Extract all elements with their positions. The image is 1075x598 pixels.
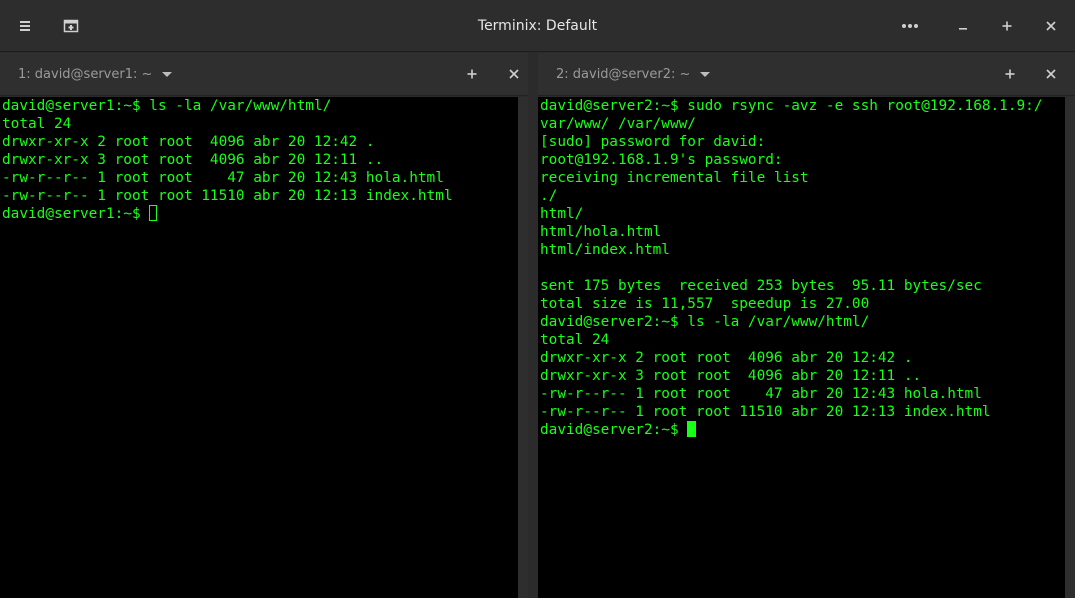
plus-icon bbox=[1005, 69, 1015, 79]
close-icon bbox=[509, 69, 519, 79]
minimize-icon bbox=[959, 28, 967, 30]
terminal-line: drwxr-xr-x 3 root root 4096 abr 20 12:11… bbox=[2, 152, 384, 168]
terminal-line: root@192.168.1.9's password: bbox=[540, 152, 783, 168]
terminal-line: -rw-r--r-- 1 root root 11510 abr 20 12:1… bbox=[540, 404, 991, 420]
terminal-line: total size is 11,557 speedup is 27.00 bbox=[540, 296, 870, 312]
close-terminal-button[interactable] bbox=[1037, 60, 1065, 88]
terminal-1-title-dropdown[interactable]: 1: david@server1: ~ bbox=[18, 53, 173, 96]
terminal-line: -rw-r--r-- 1 root root 47 abr 20 12:43 h… bbox=[540, 386, 982, 402]
terminal-cursor bbox=[687, 421, 697, 437]
terminal-1-output[interactable]: david@server1:~$ ls -la /var/www/html/ t… bbox=[0, 97, 518, 598]
plus-icon bbox=[467, 69, 477, 79]
terminal-line: -rw-r--r-- 1 root root 47 abr 20 12:43 h… bbox=[2, 170, 444, 186]
terminal-2-output[interactable]: david@server2:~$ sudo rsync -avz -e ssh … bbox=[538, 97, 1065, 598]
terminal-2-title-dropdown[interactable]: 2: david@server2: ~ bbox=[556, 53, 711, 96]
terminal-prompt: david@server1:~$ bbox=[2, 206, 150, 222]
terminal-1-scrollbar[interactable] bbox=[518, 97, 528, 598]
terminal-2-text: david@server2:~$ sudo rsync -avz -e ssh … bbox=[538, 97, 1065, 439]
close-window-button[interactable] bbox=[1036, 11, 1066, 41]
maximize-icon bbox=[1002, 21, 1012, 31]
terminal-line: ./ bbox=[540, 188, 558, 204]
more-icon bbox=[902, 24, 918, 28]
more-options-button[interactable] bbox=[895, 11, 925, 41]
maximize-button[interactable] bbox=[992, 11, 1022, 41]
terminal-line: david@server2:~$ ls -la /var/www/html/ bbox=[540, 314, 870, 330]
terminal-line: drwxr-xr-x 2 root root 4096 abr 20 12:42… bbox=[2, 134, 375, 150]
terminal-1-text: david@server1:~$ ls -la /var/www/html/ t… bbox=[0, 97, 518, 223]
terminal-line: html/ bbox=[540, 206, 584, 222]
terminal-line: [sudo] password for david: bbox=[540, 134, 766, 150]
terminal-cursor bbox=[149, 205, 158, 221]
pane-divider[interactable] bbox=[528, 53, 538, 598]
add-terminal-button[interactable] bbox=[458, 60, 486, 88]
window-titlebar: Terminix: Default bbox=[0, 0, 1075, 52]
terminal-1-header: 1: david@server1: ~ bbox=[0, 53, 528, 96]
terminal-line: sent 175 bytes received 253 bytes 95.11 … bbox=[540, 278, 982, 294]
terminal-line: html/hola.html bbox=[540, 224, 662, 240]
close-terminal-button[interactable] bbox=[500, 60, 528, 88]
terminal-line: total 24 bbox=[540, 332, 610, 348]
terminal-2-header: 2: david@server2: ~ bbox=[538, 53, 1075, 96]
terminal-2-title: 2: david@server2: ~ bbox=[556, 67, 691, 82]
chevron-down-icon bbox=[700, 72, 711, 77]
terminal-line: david@server2:~$ sudo rsync -avz -e ssh … bbox=[540, 98, 1043, 114]
terminal-line: david@server1:~$ ls -la /var/www/html/ bbox=[2, 98, 332, 114]
close-icon bbox=[1046, 21, 1056, 31]
terminal-line: drwxr-xr-x 3 root root 4096 abr 20 12:11… bbox=[540, 368, 922, 384]
minimize-button[interactable] bbox=[948, 11, 978, 41]
chevron-down-icon bbox=[162, 72, 173, 77]
terminal-line: var/www/ /var/www/ bbox=[540, 116, 696, 132]
terminal-prompt: david@server2:~$ bbox=[540, 422, 688, 438]
close-icon bbox=[1046, 69, 1056, 79]
terminal-2-scrollbar[interactable] bbox=[1065, 97, 1075, 598]
terminal-line: drwxr-xr-x 2 root root 4096 abr 20 12:42… bbox=[540, 350, 913, 366]
terminal-line: receiving incremental file list bbox=[540, 170, 809, 186]
terminal-1-title: 1: david@server1: ~ bbox=[18, 67, 153, 82]
terminal-line: html/index.html bbox=[540, 242, 670, 258]
terminal-line: -rw-r--r-- 1 root root 11510 abr 20 12:1… bbox=[2, 188, 453, 204]
terminal-line: total 24 bbox=[2, 116, 72, 132]
add-terminal-button[interactable] bbox=[996, 60, 1024, 88]
